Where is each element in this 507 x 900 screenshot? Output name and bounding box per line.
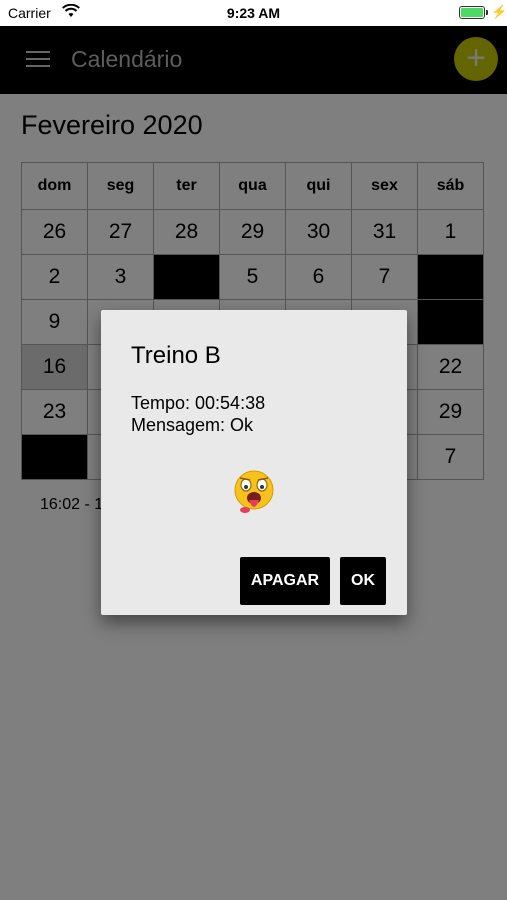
status-bar: Carrier 9:23 AM ⚡ bbox=[0, 0, 507, 26]
dialog-time: Tempo: 00:54:38 bbox=[131, 393, 266, 413]
exhausted-face-icon bbox=[234, 470, 274, 513]
charging-icon: ⚡ bbox=[491, 4, 507, 19]
workout-dialog: Treino B Tempo: 00:54:38 Mensagem: Ok AP… bbox=[101, 310, 407, 615]
battery-tip bbox=[486, 10, 488, 15]
dialog-message: Mensagem: Ok bbox=[131, 415, 254, 435]
battery-icon bbox=[459, 6, 485, 19]
dialog-title: Treino B bbox=[131, 342, 221, 369]
clock: 9:23 AM bbox=[226, 5, 281, 21]
delete-button[interactable]: APAGAR bbox=[240, 557, 330, 605]
ok-button[interactable]: OK bbox=[340, 557, 386, 605]
